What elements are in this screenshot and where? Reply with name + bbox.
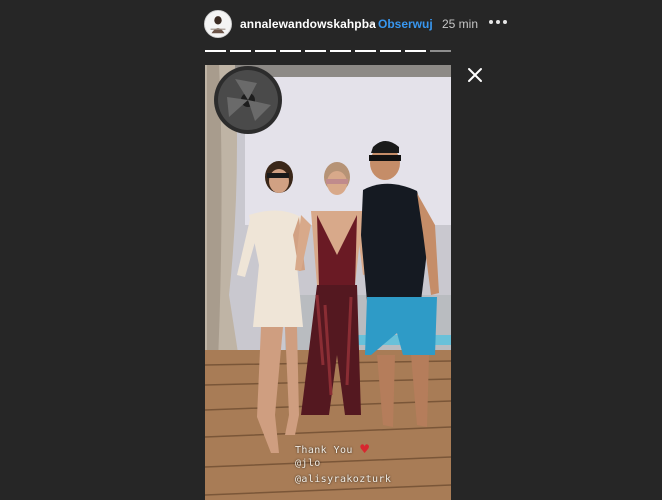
username-link[interactable]: annalewandowskahpba bbox=[240, 17, 376, 31]
caption-mention-alisyrakozturk[interactable]: @alisyrakozturk bbox=[295, 474, 391, 485]
progress-segment bbox=[380, 50, 401, 52]
progress-segment bbox=[430, 50, 451, 52]
caption-thank-you: Thank You bbox=[295, 445, 353, 456]
progress-segment bbox=[230, 50, 251, 52]
progress-segment bbox=[255, 50, 276, 52]
close-icon[interactable] bbox=[465, 65, 485, 85]
caption-line-1: Thank You ♥ bbox=[295, 442, 370, 456]
story-header: annalewandowskahpba • Obserwuj 25 min bbox=[204, 10, 524, 40]
follow-button[interactable]: Obserwuj bbox=[378, 17, 433, 31]
heart-icon: ♥ bbox=[359, 442, 371, 456]
story-photo bbox=[205, 65, 451, 500]
separator-dot: • bbox=[370, 16, 375, 30]
progress-segment bbox=[280, 50, 301, 52]
timestamp: 25 min bbox=[442, 17, 479, 31]
progress-segment bbox=[330, 50, 351, 52]
progress-segment bbox=[355, 50, 376, 52]
progress-segment bbox=[305, 50, 326, 52]
caption-mention-jlo[interactable]: @jlo bbox=[295, 458, 321, 469]
story-progress-bar bbox=[205, 50, 451, 52]
progress-segment bbox=[205, 50, 226, 52]
progress-segment bbox=[405, 50, 426, 52]
avatar[interactable] bbox=[204, 10, 232, 38]
more-options-icon[interactable] bbox=[489, 13, 509, 29]
story-media[interactable]: Thank You ♥ @jlo @alisyrakozturk bbox=[205, 65, 451, 500]
